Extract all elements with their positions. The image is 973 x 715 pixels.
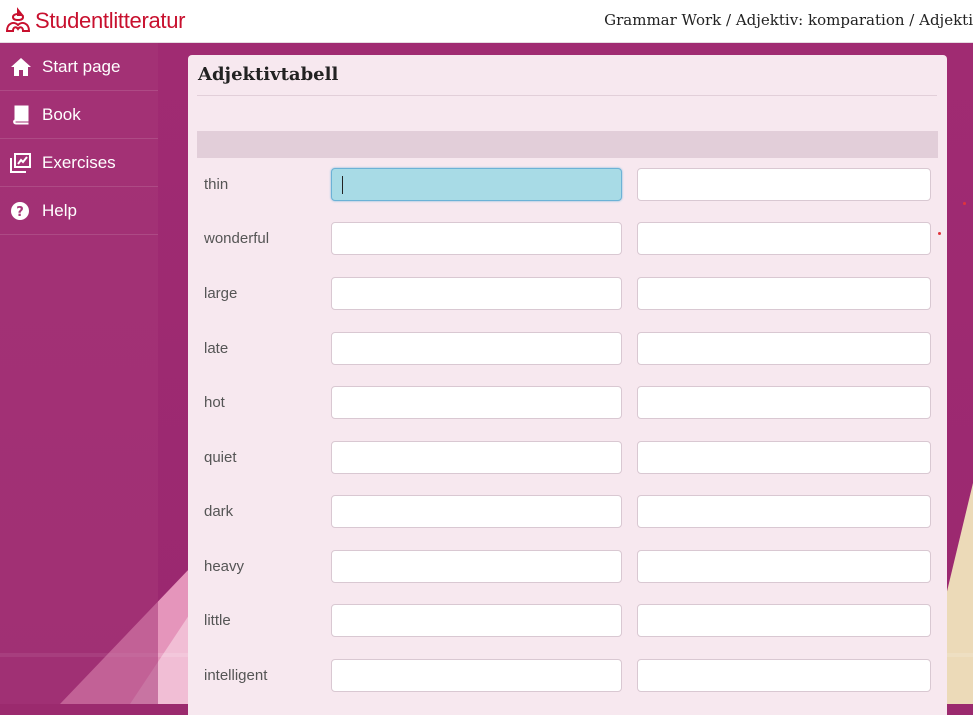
marker-dot [938,232,941,235]
top-bar: Studentlitteratur Grammar Work / Adjekti… [0,0,973,43]
word-label: late [204,340,229,357]
table-row: dark [197,495,938,529]
comparative-input[interactable] [331,222,622,255]
word-label: hot [204,394,225,411]
superlative-input[interactable] [637,441,931,474]
brand-logo-icon [5,7,31,32]
word-label: little [204,612,231,629]
superlative-input[interactable] [637,604,931,637]
table-row: heavy [197,550,938,584]
comparative-input[interactable] [331,604,622,637]
word-label: heavy [204,558,245,575]
comparative-input[interactable] [331,332,622,365]
superlative-input[interactable] [637,222,931,255]
word-label: intelligent [204,667,268,684]
word-label: dark [204,503,234,520]
table-row: wonderful [197,222,938,256]
superlative-input[interactable] [637,168,931,201]
word-label: wonderful [204,230,270,247]
svg-text:?: ? [16,205,24,220]
word-label: quiet [204,449,237,466]
sidebar-item-help[interactable]: ? Help [0,187,158,235]
exercises-icon [10,152,31,173]
page-title: Adjektivtabell [198,64,339,85]
sidebar-item-label: Help [42,200,77,220]
home-icon [11,57,31,76]
comparative-input[interactable] [331,386,622,419]
table-row: quiet [197,441,938,475]
sidebar-item-exercises[interactable]: Exercises [0,139,158,187]
sidebar-item-label: Exercises [42,152,116,172]
table-row: large [197,277,938,311]
divider [197,95,937,96]
superlative-input[interactable] [637,386,931,419]
table-row: late [197,332,938,366]
table-header [197,131,938,158]
superlative-input[interactable] [637,550,931,583]
comparative-input[interactable] [331,168,622,201]
brand-logo[interactable]: Studentlitteratur [4,6,186,36]
text-caret [342,176,343,194]
table-row: hot [197,386,938,420]
word-label: large [204,285,238,302]
comparative-input[interactable] [331,441,622,474]
table-row: little [197,604,938,638]
sidebar-item-label: Start page [42,56,121,76]
exercise-panel: Adjektivtabell thin wonderful large late… [188,55,947,715]
superlative-input[interactable] [637,332,931,365]
brand-name: Studentlitteratur [35,8,186,33]
book-icon [13,105,29,124]
comparative-input[interactable] [331,659,622,692]
comparative-input[interactable] [331,550,622,583]
comparative-input[interactable] [331,277,622,310]
comparative-input[interactable] [331,495,622,528]
help-icon: ? [11,201,29,220]
word-label: thin [204,176,229,193]
table-row: intelligent [197,659,938,693]
superlative-input[interactable] [637,277,931,310]
sidebar-item-label: Book [42,104,81,124]
superlative-input[interactable] [637,659,931,692]
sidebar: Start page Book Exercises ? Help [0,43,158,704]
marker-dot [963,202,966,205]
sidebar-item-book[interactable]: Book [0,91,158,139]
superlative-input[interactable] [637,495,931,528]
breadcrumb: Grammar Work / Adjektiv: komparation / A… [604,11,973,29]
sidebar-item-start-page[interactable]: Start page [0,43,158,91]
table-row: thin [197,168,938,202]
